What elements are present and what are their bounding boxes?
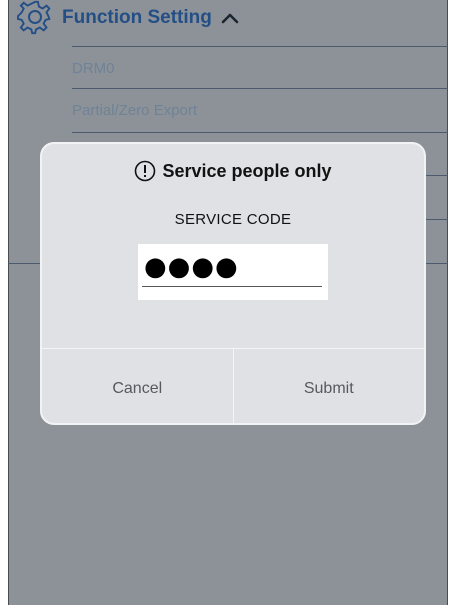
input-underline: [142, 286, 322, 287]
menu-item-partial-zero-export[interactable]: Partial/Zero Export: [72, 88, 448, 131]
dialog-actions: Cancel Submit: [42, 348, 425, 423]
service-code-label: SERVICE CODE: [174, 211, 292, 228]
dialog-title: Service people only: [162, 160, 332, 181]
function-setting-header[interactable]: Function Setting: [16, 0, 436, 36]
dialog-header: Service people only: [42, 158, 424, 184]
service-code-value: ●●●●: [144, 252, 239, 282]
submit-button[interactable]: Submit: [234, 349, 425, 423]
menu-item-label: DRM0: [72, 59, 115, 77]
menu-item-drm0[interactable]: DRM0: [72, 46, 448, 89]
gear-icon: [16, 0, 54, 37]
cancel-button[interactable]: Cancel: [42, 349, 233, 423]
chevron-up-icon[interactable]: [220, 7, 242, 29]
exclamation-circle-icon: [134, 160, 156, 182]
header-title: Function Setting: [62, 7, 212, 28]
service-code-dialog: Service people only SERVICE CODE ●●●● Ca…: [40, 142, 426, 425]
service-code-input[interactable]: ●●●●: [138, 244, 328, 300]
frame-edge-left: [8, 0, 9, 605]
menu-item-label: Partial/Zero Export: [72, 101, 198, 119]
